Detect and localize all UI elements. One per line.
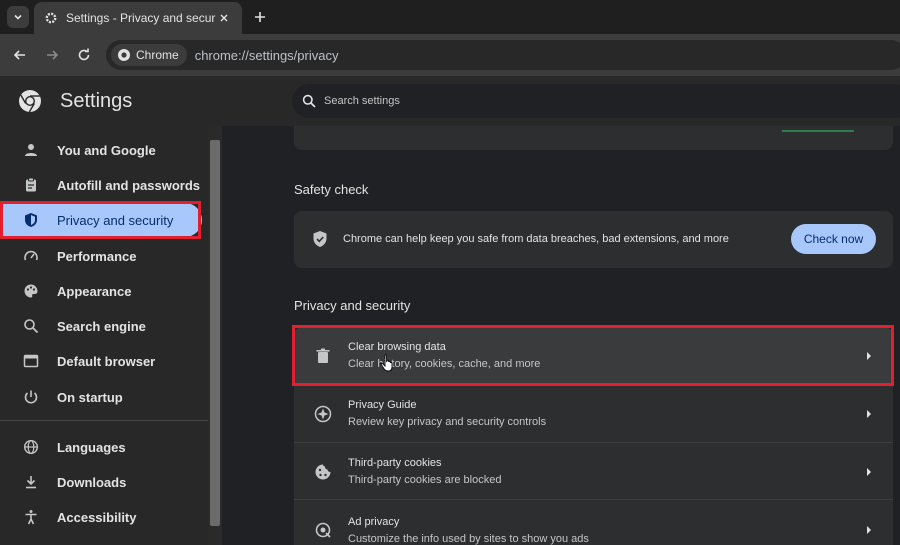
back-button[interactable] — [10, 45, 30, 65]
sidebar-item-search-engine[interactable]: Search engine — [0, 309, 202, 343]
progress-accent — [782, 130, 854, 132]
third-party-cookies-row[interactable]: Third-party cookies Third-party cookies … — [294, 443, 893, 500]
shield-check-icon — [312, 230, 330, 248]
search-icon — [22, 317, 40, 335]
plus-icon — [255, 12, 265, 22]
sidebar-item-label: Autofill and passwords — [57, 177, 201, 193]
ad-privacy-icon — [314, 521, 332, 539]
row-subtitle: Third-party cookies are blocked — [348, 474, 502, 486]
sidebar-item-label: Appearance — [57, 283, 132, 299]
new-tab-button[interactable] — [250, 7, 270, 27]
sidebar-item-default-browser[interactable]: Default browser — [0, 344, 202, 378]
sidebar-item-label: Performance — [57, 248, 137, 264]
search-placeholder: Search settings — [324, 95, 400, 107]
privacy-guide-icon — [314, 405, 332, 423]
arrow-right-icon — [47, 50, 59, 60]
page-title: Settings — [60, 90, 133, 112]
sidebar-item-appearance[interactable]: Appearance — [0, 274, 202, 308]
sidebar-item-label: Default browser — [57, 353, 156, 369]
globe-icon — [22, 438, 40, 456]
section-title-safety-check: Safety check — [294, 182, 369, 197]
chip-label: Chrome — [136, 48, 179, 62]
chevron-down-icon — [14, 14, 22, 20]
sidebar-item-label: Languages — [57, 439, 126, 455]
chrome-logo-icon — [118, 49, 130, 61]
privacy-guide-row[interactable]: Privacy Guide Review key privacy and sec… — [294, 385, 893, 442]
sidebar-item-accessibility[interactable]: Accessibility — [0, 500, 202, 534]
safety-check-description: Chrome can help keep you safe from data … — [343, 233, 729, 245]
search-input[interactable]: Search settings — [292, 84, 900, 118]
sidebar-item-on-startup[interactable]: On startup — [0, 380, 202, 414]
sidebar-item-you-and-google[interactable]: You and Google — [0, 133, 202, 167]
reload-icon — [78, 48, 90, 61]
sidebar: You and Google Autofill and passwords Pr… — [0, 126, 208, 545]
sidebar-item-label: On startup — [57, 389, 123, 405]
forward-button[interactable] — [42, 45, 62, 65]
cookie-icon — [314, 463, 332, 481]
tab-strip: Settings - Privacy and security — [0, 0, 900, 34]
download-icon — [22, 473, 40, 491]
tab-title: Settings - Privacy and security — [66, 11, 216, 25]
sidebar-item-label: Downloads — [57, 474, 127, 490]
previous-section-card — [294, 126, 893, 150]
sidebar-item-label: Search engine — [57, 318, 146, 334]
scroll-thumb[interactable] — [210, 140, 220, 526]
arrow-left-icon — [13, 50, 25, 60]
row-subtitle: Customize the info used by sites to show… — [348, 532, 589, 545]
row-title: Ad privacy — [348, 515, 400, 528]
accessibility-icon — [22, 508, 40, 526]
palette-icon — [22, 282, 40, 300]
chevron-right-icon — [857, 467, 881, 477]
close-icon[interactable] — [216, 10, 232, 26]
sidebar-item-autofill[interactable]: Autofill and passwords — [0, 168, 202, 202]
ad-privacy-row[interactable]: Ad privacy Customize the info used by si… — [294, 500, 893, 545]
browser-toolbar: Chrome chrome://settings/privacy — [0, 34, 900, 76]
sidebar-item-label: Accessibility — [57, 509, 137, 525]
row-subtitle: Review key privacy and security controls — [348, 416, 547, 428]
chevron-right-icon — [857, 409, 881, 419]
person-icon — [22, 141, 40, 159]
check-now-button[interactable]: Check now — [791, 224, 876, 254]
chrome-logo-icon — [19, 90, 41, 113]
sidebar-item-downloads[interactable]: Downloads — [0, 465, 202, 499]
sidebar-item-performance[interactable]: Performance — [0, 239, 202, 273]
address-bar[interactable]: Chrome chrome://settings/privacy — [106, 40, 900, 70]
url-text[interactable]: chrome://settings/privacy — [195, 48, 339, 63]
settings-header: Settings Search settings — [0, 76, 900, 126]
clipboard-icon — [22, 176, 40, 194]
tab-search-button[interactable] — [7, 6, 29, 28]
tab-settings[interactable]: Settings - Privacy and security — [34, 2, 242, 34]
gear-icon — [45, 12, 57, 24]
reload-button[interactable] — [74, 45, 94, 65]
sidebar-item-languages[interactable]: Languages — [0, 430, 202, 464]
speedometer-icon — [22, 247, 40, 265]
hand-cursor-icon — [380, 354, 393, 372]
section-title-privacy: Privacy and security — [294, 298, 411, 313]
sidebar-divider — [0, 420, 208, 421]
sidebar-item-label: You and Google — [57, 142, 156, 158]
highlight-box — [0, 201, 201, 239]
search-icon — [302, 94, 316, 108]
chevron-right-icon — [857, 525, 881, 535]
row-title: Privacy Guide — [348, 399, 417, 411]
browser-window-icon — [22, 352, 40, 370]
power-icon — [22, 388, 40, 406]
site-info-chip[interactable]: Chrome — [111, 44, 187, 66]
sidebar-scrollbar[interactable] — [208, 126, 222, 545]
row-title: Third-party cookies — [348, 457, 442, 469]
